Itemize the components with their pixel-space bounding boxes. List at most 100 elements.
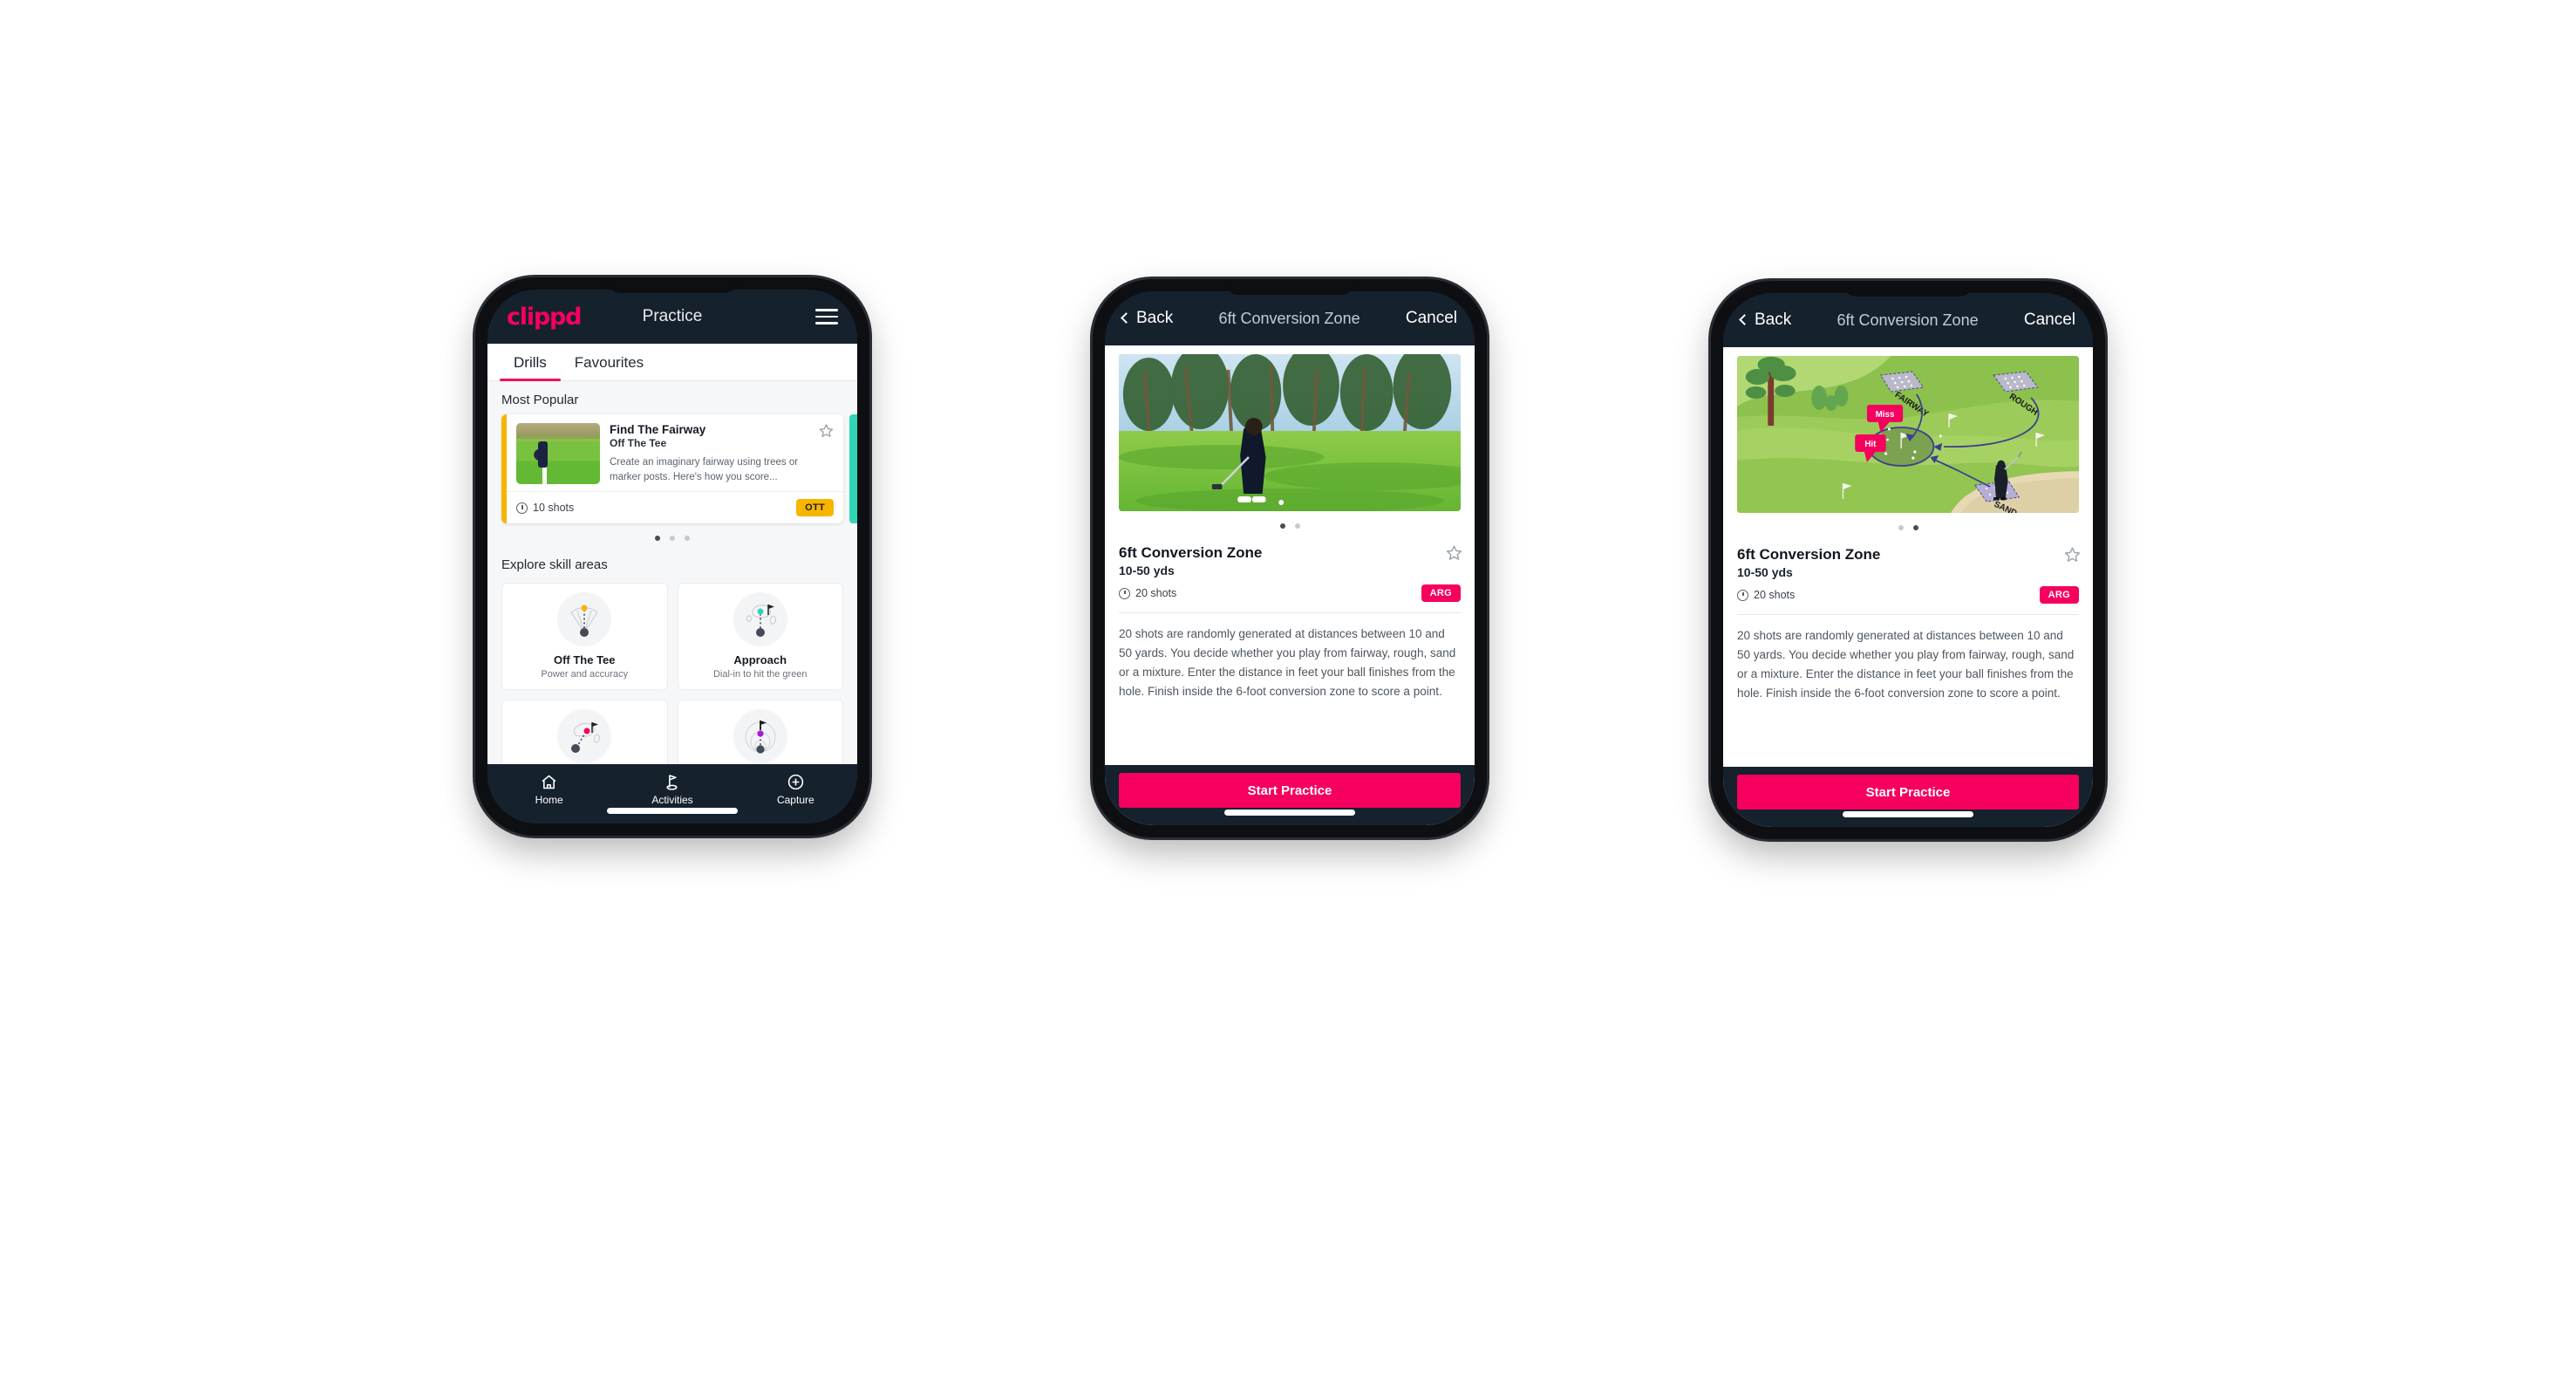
phone-1-practice-list: clippd Practice Drills Favourites Most P… [475, 277, 869, 836]
carousel-dots[interactable] [487, 523, 857, 546]
back-button[interactable]: Back [1121, 309, 1174, 328]
tab-drills[interactable]: Drills [500, 344, 561, 381]
tabbar-item-home[interactable]: Home [487, 772, 610, 806]
back-label: Back [1136, 309, 1174, 327]
most-popular-carousel[interactable]: Find The Fairway Off The Tee Create an i… [487, 414, 857, 524]
shots-count: 20 shots [1737, 589, 1795, 601]
section-most-popular-label: Most Popular [501, 393, 579, 407]
golf-flag-icon [610, 772, 733, 791]
putting-rings-icon [733, 709, 787, 764]
nav-bar: Back 6ft Conversion Zone Cancel [1723, 293, 2093, 347]
bottom-tab-bar: Home Activities Capture [487, 764, 857, 823]
home-indicator [1843, 811, 1973, 817]
tabbar-item-capture[interactable]: Capture [734, 772, 857, 806]
practice-screen: Drills Favourites Most Popular Find The … [487, 344, 857, 764]
tab-bar: Drills Favourites [487, 344, 857, 381]
phone-notch [1843, 281, 1973, 297]
chip-around-green-icon [557, 709, 612, 764]
shots-label: 10 shots [533, 502, 575, 515]
skill-areas-grid: Off The Tee Power and accuracy Approach … [487, 579, 857, 764]
phone-notch [1224, 279, 1355, 295]
star-outline-icon[interactable] [1446, 544, 1462, 560]
home-indicator [1224, 810, 1355, 816]
hamburger-menu-icon[interactable] [815, 309, 838, 325]
carousel-dot-1[interactable] [655, 536, 660, 542]
green-approach-icon [733, 592, 787, 647]
cancel-button[interactable]: Cancel [2024, 311, 2075, 330]
phone-2-drill-detail: Back 6ft Conversion Zone Cancel 6ft Conv… [1093, 279, 1487, 837]
home-icon [487, 772, 610, 791]
tee-dispersion-icon [557, 592, 612, 647]
nav-bar: Back 6ft Conversion Zone Cancel [1105, 291, 1475, 345]
shots-count: 20 shots [1119, 587, 1176, 599]
carousel-dot-1[interactable] [1898, 525, 1904, 530]
start-practice-button[interactable]: Start Practice [1737, 775, 2079, 810]
cancel-button[interactable]: Cancel [1406, 309, 1457, 328]
svg-text:Hit: Hit [1864, 440, 1877, 449]
section-explore-label: Explore skill areas [501, 557, 608, 573]
carousel-dot-2[interactable] [1294, 523, 1300, 529]
drill-description: 20 shots are randomly generated at dista… [1737, 629, 2075, 700]
nav-title: 6ft Conversion Zone [1218, 309, 1360, 327]
golf-course-diagram[interactable]: FAIRWAY ROUGH SAND Miss Hit [1737, 356, 2079, 513]
chevron-left-icon [1121, 312, 1132, 324]
plus-circle-icon [734, 772, 857, 791]
status-badge: ARG [2039, 586, 2079, 604]
skill-card-approach[interactable]: Approach Dial-in to hit the green [677, 583, 843, 691]
carousel-dot-1[interactable] [1279, 523, 1285, 529]
divider [1119, 612, 1461, 613]
carousel-dots[interactable] [1737, 513, 2079, 536]
clock-icon [516, 502, 528, 514]
skill-title: Approach [733, 653, 787, 667]
chevron-left-icon [1739, 314, 1750, 325]
star-outline-icon[interactable] [2064, 546, 2081, 562]
tab-favourites[interactable]: Favourites [561, 344, 658, 380]
nav-title: 6ft Conversion Zone [1837, 311, 1979, 329]
carousel-dot-3[interactable] [685, 536, 690, 542]
drill-title: Find The Fairway [610, 423, 706, 436]
svg-text:Miss: Miss [1876, 410, 1895, 420]
drill-description: Create an imaginary fairway using trees … [610, 457, 799, 482]
home-indicator [607, 808, 738, 814]
skill-title: Off The Tee [553, 653, 616, 667]
carousel-dot-2[interactable] [670, 536, 675, 542]
drill-title: 6ft Conversion Zone [1737, 546, 1881, 563]
shots-label: 20 shots [1135, 587, 1177, 599]
back-label: Back [1755, 311, 1792, 329]
back-button[interactable]: Back [1739, 311, 1792, 330]
drill-detail-screen: FAIRWAY ROUGH SAND Miss Hit 6ft Conversi… [1723, 347, 2093, 827]
shots-label: 20 shots [1754, 589, 1796, 601]
carousel-dots[interactable] [1119, 511, 1461, 534]
drill-thumbnail [516, 423, 600, 484]
drill-yardage: 10-50 yds [1737, 565, 1793, 579]
clippd-logo: clippd [507, 303, 583, 331]
carousel-dot-2[interactable] [1912, 525, 1918, 530]
drill-hero-photo[interactable] [1119, 354, 1461, 511]
drill-card-find-the-fairway[interactable]: Find The Fairway Off The Tee Create an i… [501, 414, 843, 524]
skill-subtitle: Dial-in to hit the green [712, 669, 808, 680]
tabbar-item-activities[interactable]: Activities [610, 772, 733, 806]
skill-card-off-the-tee[interactable]: Off The Tee Power and accuracy [501, 583, 668, 691]
next-card-peek[interactable] [849, 414, 857, 524]
drill-title: 6ft Conversion Zone [1119, 544, 1263, 561]
tabbar-label: Home [535, 794, 563, 806]
status-badge: OTT [796, 499, 834, 517]
drill-category: Off The Tee [610, 437, 667, 449]
start-practice-button[interactable]: Start Practice [1119, 773, 1461, 808]
tabbar-label: Capture [776, 794, 814, 806]
skill-card-putting[interactable]: Putting Make and lag practice [677, 700, 843, 764]
screenshot-canvas: clippd Practice Drills Favourites Most P… [0, 0, 2576, 1387]
drill-detail-screen: 6ft Conversion Zone 10-50 yds 20 shots A… [1105, 345, 1475, 825]
phone-notch [607, 277, 738, 293]
clock-icon [1737, 589, 1748, 601]
phone-3-drill-detail-diagram: Back 6ft Conversion Zone Cancel FAIRWAY … [1711, 281, 2105, 839]
drill-description: 20 shots are randomly generated at dista… [1119, 627, 1456, 698]
clock-icon [1119, 587, 1130, 599]
star-outline-icon[interactable] [819, 423, 834, 438]
skill-card-around-the-green[interactable]: Around The Green Hone your short game [501, 700, 668, 764]
tabbar-label: Activities [651, 794, 693, 806]
skill-subtitle: Power and accuracy [541, 669, 629, 680]
drill-yardage: 10-50 yds [1119, 564, 1175, 577]
divider [1737, 614, 2079, 615]
status-badge: ARG [1421, 584, 1461, 602]
